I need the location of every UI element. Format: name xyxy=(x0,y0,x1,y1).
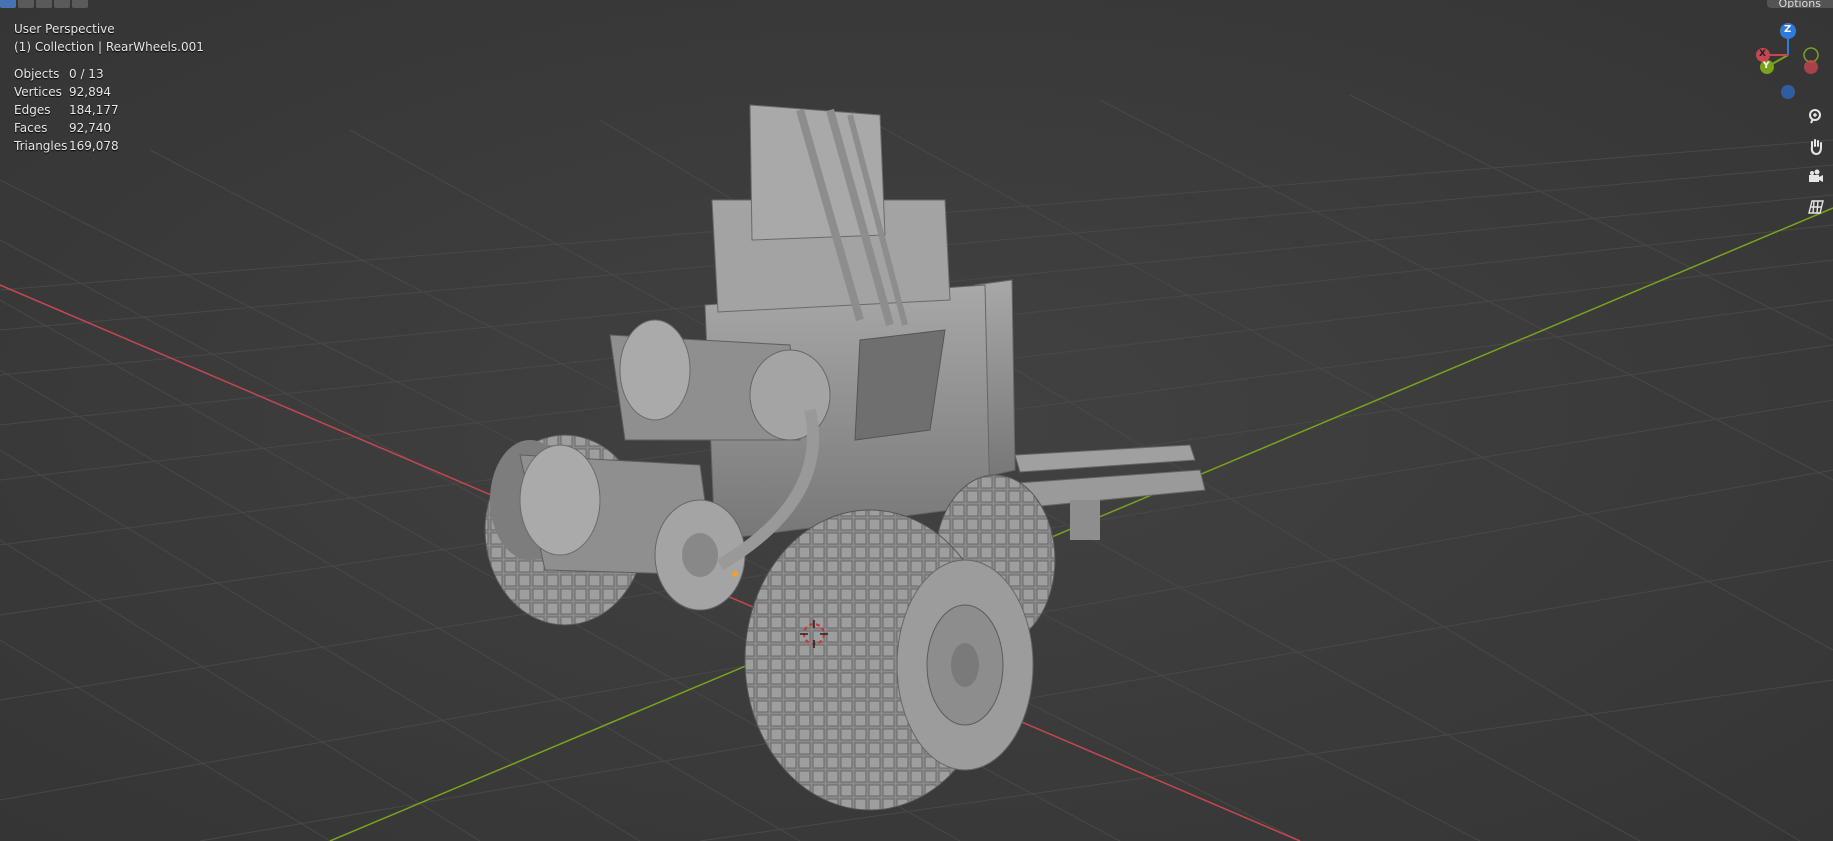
viewport-info: User Perspective (1) Collection | RearWh… xyxy=(14,20,204,56)
stat-row: Edges 184,177 xyxy=(14,103,119,117)
gizmo-x-label[interactable]: X xyxy=(1759,49,1766,59)
gizmo-y-label[interactable]: Y xyxy=(1763,61,1770,71)
scene-statistics: Objects 0 / 13 Vertices 92,894 Edges 184,17… xyxy=(14,65,119,155)
3d-viewport[interactable] xyxy=(0,0,1833,841)
select-mode-extend[interactable] xyxy=(18,0,34,8)
camera-icon[interactable] xyxy=(1803,164,1829,190)
select-mode-new[interactable] xyxy=(0,0,16,8)
view-name: User Perspective xyxy=(14,22,115,36)
selection-mode-buttons[interactable] xyxy=(0,0,88,8)
stat-row: Triangles 169,078 xyxy=(14,139,119,153)
stat-row: Vertices 92,894 xyxy=(14,85,111,99)
zoom-icon[interactable] xyxy=(1803,104,1829,130)
grid-ortho-icon[interactable] xyxy=(1803,194,1829,220)
hand-pan-icon[interactable] xyxy=(1803,134,1829,160)
select-mode-invert[interactable] xyxy=(54,0,70,8)
select-mode-subtract[interactable] xyxy=(36,0,52,8)
gizmo-z-label[interactable]: Z xyxy=(1784,24,1791,35)
select-mode-intersect[interactable] xyxy=(72,0,88,8)
object-origin xyxy=(732,571,738,577)
stat-row: Faces 92,740 xyxy=(14,121,111,135)
options-dropdown[interactable]: Options xyxy=(1766,0,1833,8)
stat-row: Objects 0 / 13 xyxy=(14,67,104,81)
collection-line: (1) Collection | RearWheels.001 xyxy=(14,40,204,54)
